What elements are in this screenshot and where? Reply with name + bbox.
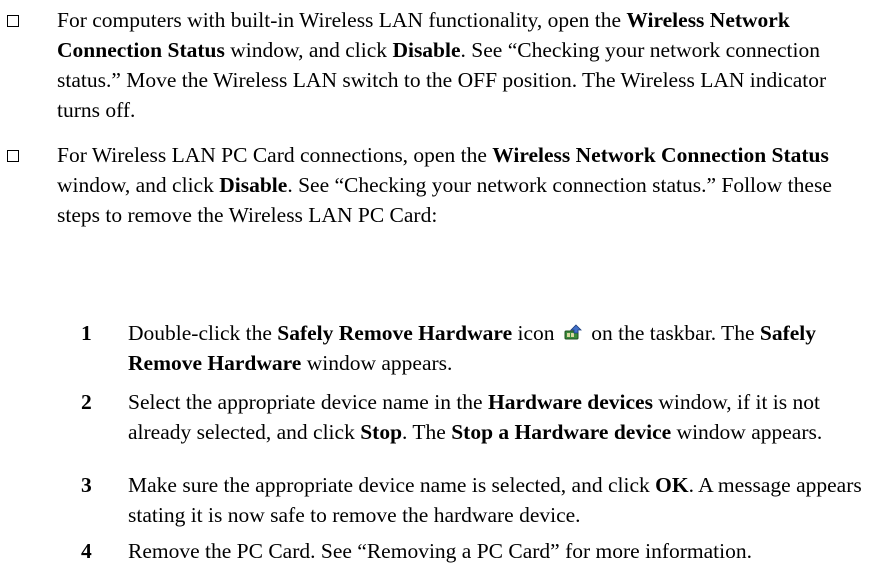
bullet-text: For Wireless LAN PC Card connections, op… [57, 140, 857, 230]
step-text: Make sure the appropriate device name is… [128, 470, 868, 530]
text-run: Remove the PC Card. See “Removing a PC C… [128, 539, 752, 563]
text-run: Make sure the appropriate device name is… [128, 473, 656, 497]
step-text: Select the appropriate device name in th… [128, 387, 868, 447]
step-number: 2 [81, 390, 92, 414]
safely-remove-hardware-icon [562, 322, 584, 344]
manual-page: For computers with built-in Wireless LAN… [0, 0, 876, 573]
text-run: window appears. [671, 420, 823, 444]
bold-term: Stop [360, 420, 403, 444]
bold-term: Disable [219, 173, 288, 197]
text-run: Select the appropriate device name in th… [128, 390, 488, 414]
text-run: For computers with built-in Wireless LAN… [57, 8, 627, 32]
step-text: Double-click the Safely Remove Hardware … [128, 318, 868, 378]
checkbox-bullet-icon [7, 15, 19, 27]
text-run: icon [512, 321, 560, 345]
step-number: 1 [81, 321, 92, 345]
text-run: window appears. [301, 351, 453, 375]
text-run: . The [402, 420, 452, 444]
bold-term: OK [655, 473, 689, 497]
step-text: Remove the PC Card. See “Removing a PC C… [128, 536, 868, 566]
checkbox-bullet-icon [7, 150, 19, 162]
bullet-text: For computers with built-in Wireless LAN… [57, 5, 857, 125]
text-run: on the taskbar. The [585, 321, 760, 345]
bold-term: Stop a Hardware device [451, 420, 672, 444]
step-number: 4 [81, 539, 92, 563]
bold-term: Safely Remove Hardware [277, 321, 513, 345]
bold-term: Hardware devices [487, 390, 653, 414]
text-run: For Wireless LAN PC Card connections, op… [57, 143, 493, 167]
text-run: window, and click [57, 173, 220, 197]
bold-term: Disable [392, 38, 461, 62]
text-run: window, and click [224, 38, 393, 62]
step-number: 3 [81, 473, 92, 497]
text-run: Double-click the [128, 321, 278, 345]
bold-term: Wireless Network Connection Status [492, 143, 829, 167]
